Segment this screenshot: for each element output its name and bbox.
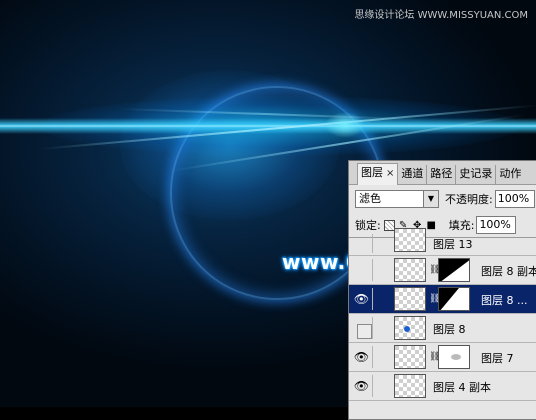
layer-name: 图层 8 ...	[481, 294, 528, 307]
blend-mode-value: 滤色	[359, 192, 381, 205]
eye-icon[interactable]: 👁	[351, 346, 373, 368]
layer-row[interactable]: 图层 13	[349, 228, 536, 256]
tab-label: 图层	[361, 166, 383, 179]
layer-mask-thumbnail	[438, 287, 470, 311]
panel-tabs: 图层 × 通道 路径 史记录 动作	[349, 161, 536, 185]
layer-thumbnail	[394, 228, 426, 252]
link-icon: ⛓	[429, 294, 441, 304]
tab-paths[interactable]: 路径	[426, 165, 455, 184]
link-icon: ⛓	[429, 265, 441, 275]
layer-thumbnail	[394, 258, 426, 282]
blend-mode-select[interactable]: 滤色 ▼	[355, 190, 439, 208]
layers-panel: 图层 × 通道 路径 史记录 动作 滤色 ▼ 不透明度: 100% 锁定: ✎ ✥…	[348, 160, 536, 420]
tab-history[interactable]: 史记录	[455, 165, 495, 184]
flare-spot	[325, 112, 365, 138]
layer-thumbnail	[394, 287, 426, 311]
layer-mask-thumbnail	[438, 345, 470, 369]
tab-actions[interactable]: 动作	[495, 165, 524, 184]
lock-label: 锁定:	[355, 219, 381, 232]
layer-row[interactable]: ⛓ 图层 8 副本	[349, 256, 536, 285]
fill-label: 填充:	[448, 219, 475, 232]
link-icon: ⛓	[429, 352, 441, 362]
eye-icon[interactable]: 👁	[351, 288, 373, 310]
layer-row[interactable]: 👁 ⛓ 图层 8 ...	[349, 285, 536, 314]
mask-smudge	[451, 354, 461, 360]
eye-icon[interactable]: 👁	[351, 375, 373, 397]
tab-label: 动作	[499, 167, 522, 180]
opacity-input[interactable]: 100%	[494, 190, 535, 208]
close-icon[interactable]: ×	[386, 168, 394, 179]
visibility-toggle[interactable]	[351, 259, 373, 281]
layer-mask-thumbnail	[438, 258, 470, 282]
layer-thumbnail	[394, 345, 426, 369]
tab-layers[interactable]: 图层 ×	[357, 163, 399, 185]
visibility-toggle[interactable]	[351, 317, 373, 339]
visibility-toggle[interactable]	[351, 234, 373, 253]
layer-thumbnail	[394, 316, 426, 340]
layer-name: 图层 7	[481, 352, 514, 365]
layer-name: 图层 8 副本	[481, 265, 536, 278]
layer-row[interactable]: 👁 图层 4 副本	[349, 372, 536, 401]
layer-name: 图层 8	[433, 323, 466, 336]
tab-label: 通道	[401, 167, 424, 180]
opacity-label: 不透明度:	[445, 193, 493, 206]
blue-dot	[404, 326, 410, 332]
fill-input[interactable]: 100%	[476, 216, 517, 234]
tab-label: 路径	[430, 167, 453, 180]
layer-name: 图层 4 副本	[433, 381, 491, 394]
tab-label: 史记录	[459, 167, 493, 180]
layer-row[interactable]: 图层 8	[349, 314, 536, 343]
chevron-down-icon[interactable]: ▼	[423, 191, 438, 207]
lock-icon[interactable]: ■	[426, 220, 437, 231]
layer-row[interactable]: 👁 ⛓ 图层 7	[349, 343, 536, 372]
layer-name: 图层 13	[433, 238, 473, 251]
watermark: 思缘设计论坛 WWW.MISSYUAN.COM	[354, 10, 528, 21]
layer-list: 图层 13 ⛓ 图层 8 副本 👁 ⛓ 图层 8 ... 图层 8 👁 ⛓ 图层	[349, 228, 536, 401]
visibility-off-box	[357, 324, 372, 339]
tab-channels[interactable]: 通道	[398, 165, 426, 184]
layer-thumbnail	[394, 374, 426, 398]
